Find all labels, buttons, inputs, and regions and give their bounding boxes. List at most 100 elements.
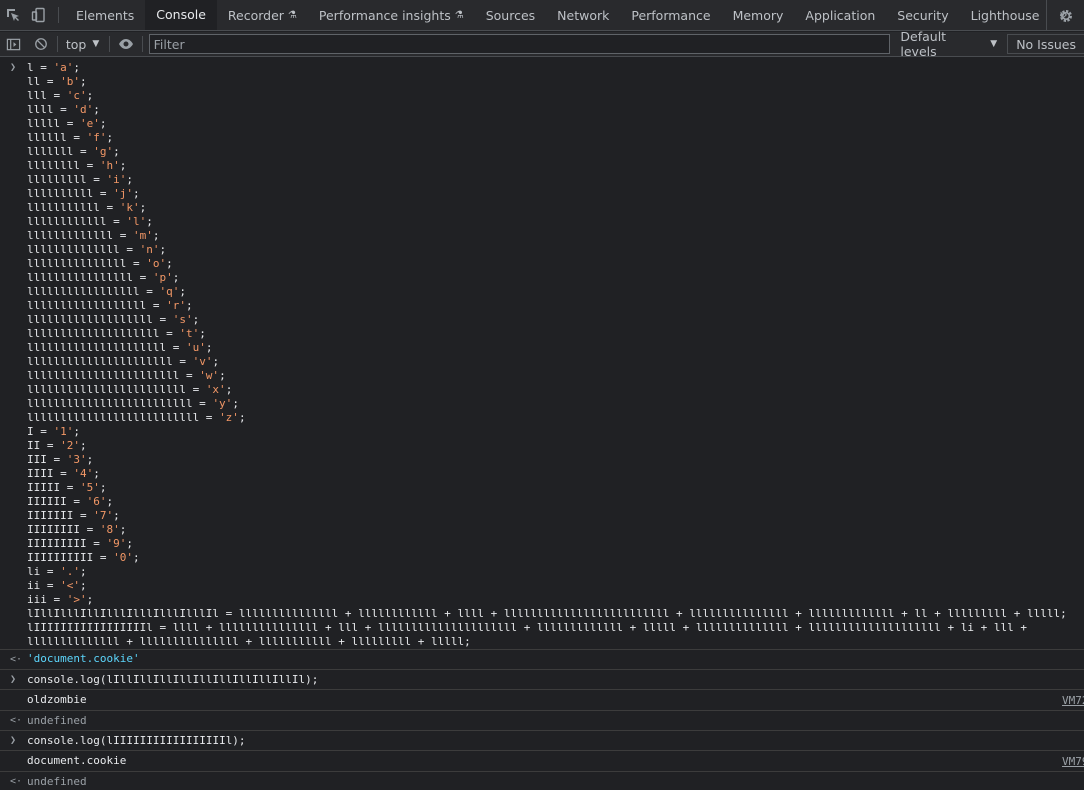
code-line: IIIIIII = '7'; (27, 509, 120, 522)
console-toolbar: top ▼ Filter Default levels ▼ No Issues (0, 29, 1084, 59)
tab-label: Performance (631, 7, 711, 23)
input-prompt-icon: ❯ (10, 62, 17, 73)
tab-label: Sources (485, 7, 536, 23)
code-line: ll = 'b'; (27, 75, 87, 88)
tab-label: Console (156, 6, 206, 22)
inspect-element-icon[interactable] (0, 0, 26, 30)
code-block: l = 'a'; ll = 'b'; lll = 'c'; llll = 'd'; ll… (27, 61, 1084, 649)
code-line: llllllllllllllllllllllllll = 'z'; (27, 411, 246, 424)
console-input-entry: ❯ l = 'a'; ll = 'b'; lll = 'c'; llll = 'd';… (0, 58, 1084, 650)
device-toolbar-icon[interactable] (26, 0, 52, 30)
code-line: llllllll = 'h'; (27, 159, 127, 172)
code-line: IIIIII = '6'; (27, 495, 114, 508)
code-line: lllllllllllllllllllllllll = 'y'; (27, 397, 239, 410)
code-line: IIIIIIIII = '9'; (27, 537, 133, 550)
toolbar-divider (109, 36, 111, 52)
code-line: llllll = 'f'; (27, 131, 114, 144)
tab-application[interactable]: Application (794, 0, 886, 30)
clear-console-icon[interactable] (27, 32, 54, 56)
result-value: undefined (27, 714, 87, 727)
console-result-entry: <· undefined (0, 772, 1084, 790)
log-message: document.cookie (27, 754, 127, 767)
tab-lighthouse[interactable]: Lighthouse (960, 0, 1051, 30)
code-line: lllllllllllll = 'm'; (27, 229, 160, 242)
settings-gear-icon[interactable] (1046, 0, 1084, 31)
toolbar-divider (56, 36, 58, 52)
code-line: lllllllllll = 'k'; (27, 201, 147, 214)
context-selector[interactable]: top ▼ (60, 37, 107, 52)
tab-label: Lighthouse (970, 7, 1040, 23)
code-line: lllllllllllllll = 'o'; (27, 257, 173, 270)
devtools-tabbar: Elements Console Recorder ⚗ Performance insi… (0, 0, 1084, 31)
code-line: IIIIIIIIII = '0'; (27, 551, 140, 564)
context-label: top (65, 36, 87, 52)
tabbar-divider (58, 7, 59, 23)
console-log-entry: document.cookie VM79 (0, 751, 1084, 772)
command-text: console.log(lIIIIIIIIIIIIIIIIIl); (27, 734, 246, 747)
tab-sources[interactable]: Sources (475, 0, 546, 30)
code-line: llllllllllllll = 'n'; (27, 243, 167, 256)
code-line: llllllllllllll + lllllllllllllll + lllll… (27, 635, 471, 648)
console-input-entry: ❯ console.log(lIIIIIIIIIIIIIIIIIl); (0, 731, 1084, 751)
code-line: lll = 'c'; (27, 89, 94, 102)
result-arrow-icon: <· (10, 654, 23, 665)
toolbar-divider (141, 36, 143, 52)
tab-recorder[interactable]: Recorder ⚗ (217, 0, 308, 30)
console-result-entry: <· undefined (0, 711, 1084, 731)
code-line: llllllllllllllllllllll = 'v'; (27, 355, 220, 368)
tab-label: Performance insights (318, 7, 451, 23)
code-line: lIllIlllIllIlllIlllIlllIlllIl = llllllll… (27, 607, 1067, 620)
code-line: IIII = '4'; (27, 467, 100, 480)
tab-network[interactable]: Network (546, 0, 620, 30)
filter-placeholder: Filter (153, 36, 185, 52)
code-line: lllllllllllllllllllll = 'u'; (27, 341, 213, 354)
input-prompt-icon: ❯ (10, 735, 17, 746)
console-input-entry: ❯ console.log(lIllIllIllIllIllIllIllIllI… (0, 670, 1084, 690)
code-line: lllll = 'e'; (27, 117, 107, 130)
code-line: IIIII = '5'; (27, 481, 107, 494)
issues-counter[interactable]: No Issues (1007, 34, 1084, 54)
tab-label: Memory (732, 7, 784, 23)
tab-label: Network (557, 7, 610, 23)
code-line: li = '.'; (27, 565, 87, 578)
tab-label: Security (897, 7, 949, 23)
code-line: I = '1'; (27, 425, 80, 438)
code-line: llllllllll = 'j'; (27, 187, 140, 200)
result-value: undefined (27, 775, 87, 788)
tab-memory[interactable]: Memory (722, 0, 795, 30)
code-line: lllllll = 'g'; (27, 145, 120, 158)
console-result-entry: <· 'document.cookie' (0, 650, 1084, 670)
console-log-entry: oldzombie VM72 (0, 690, 1084, 711)
command-text: console.log(lIllIllIllIllIllIllIllIllIll… (27, 673, 319, 686)
result-arrow-icon: <· (10, 715, 23, 726)
caret-down-icon: ▼ (92, 39, 100, 49)
sidebar-toggle-icon[interactable] (0, 32, 27, 56)
tab-performance-insights[interactable]: Performance insights ⚗ (308, 0, 475, 30)
code-line: II = '2'; (27, 439, 87, 452)
tab-performance[interactable]: Performance (620, 0, 721, 30)
experimental-flask-icon: ⚗ (287, 9, 297, 21)
tab-label: Recorder (227, 7, 284, 23)
filter-input[interactable]: Filter (148, 34, 891, 54)
tab-elements[interactable]: Elements (65, 0, 145, 30)
log-levels-dropdown[interactable]: Default levels ▼ (900, 29, 997, 59)
source-link[interactable]: VM79 (1062, 755, 1084, 768)
tab-label: Elements (76, 7, 135, 23)
input-prompt-icon: ❯ (10, 674, 17, 685)
log-message: oldzombie (27, 693, 87, 706)
source-link[interactable]: VM72 (1062, 694, 1084, 707)
code-line: lllllllll = 'i'; (27, 173, 133, 186)
log-levels-label: Default levels (900, 29, 947, 59)
code-line: llllllllllllllll = 'p'; (27, 271, 180, 284)
code-line: lllllllllllllllll = 'q'; (27, 285, 186, 298)
code-line: iii = '>'; (27, 593, 94, 606)
tab-security[interactable]: Security (886, 0, 959, 30)
code-line: lllllllllllllllllllllll = 'w'; (27, 369, 226, 382)
tab-console[interactable]: Console (145, 0, 217, 30)
tab-label: Application (805, 7, 876, 23)
code-line: l = 'a'; (27, 61, 80, 74)
live-expression-eye-icon[interactable] (112, 32, 139, 56)
code-line: llllllllllllllllll = 'r'; (27, 299, 193, 312)
code-line: lllllllllllllllllll = 's'; (27, 313, 200, 326)
result-arrow-icon: <· (10, 776, 23, 787)
